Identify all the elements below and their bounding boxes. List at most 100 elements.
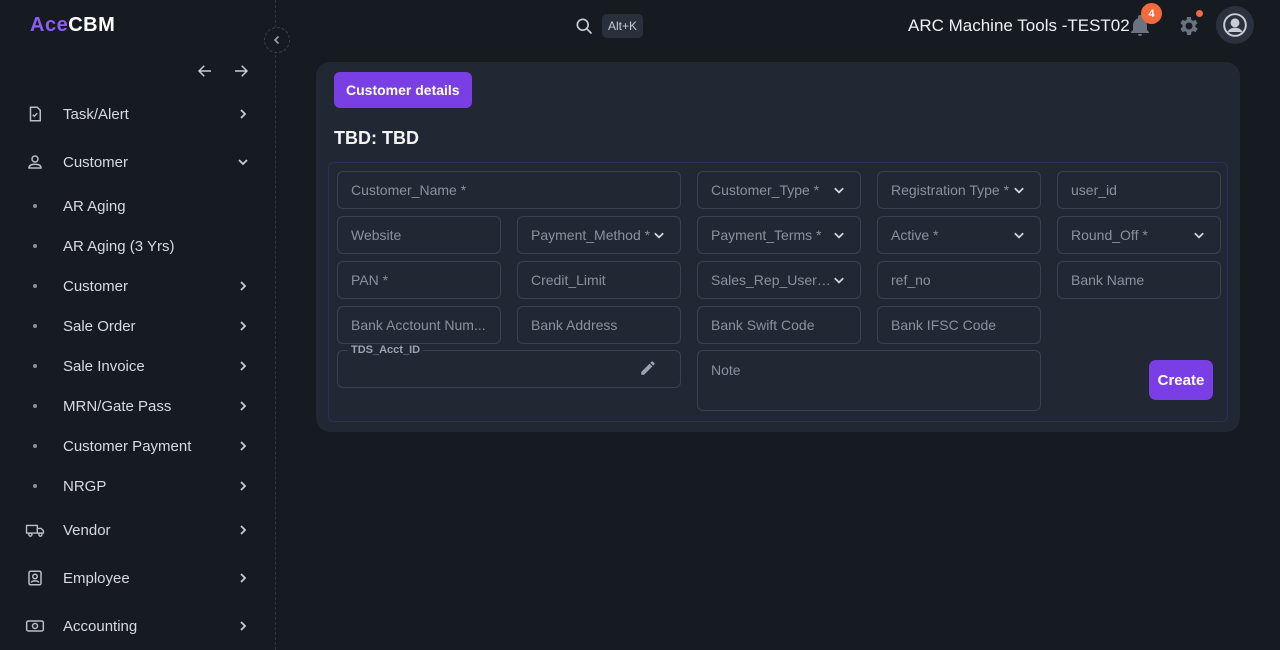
chevron-right-icon (236, 319, 250, 333)
create-button[interactable]: Create (1149, 360, 1213, 400)
notification-count-badge: 4 (1141, 3, 1162, 24)
credit-limit-field[interactable]: Credit_Limit (517, 261, 681, 299)
search-shortcut-hint: Alt+K (602, 14, 644, 38)
bullet-dot (33, 404, 37, 408)
payment-terms-select[interactable]: Payment_Terms * (697, 216, 861, 254)
sidebar-item-label: Customer (63, 277, 129, 295)
back-arrow-icon[interactable] (194, 60, 216, 82)
customer-details-card: Customer details TBD: TBD Customer_Name … (316, 62, 1240, 432)
page-title: TBD: TBD (334, 128, 419, 148)
search-icon[interactable] (574, 16, 594, 36)
money-icon (25, 616, 45, 636)
logo-text-cbm: CBM (68, 14, 116, 36)
sidebar-collapse-button[interactable] (264, 27, 290, 53)
bullet-dot (33, 204, 37, 208)
chevron-down-icon (651, 227, 667, 243)
chevron-right-icon (236, 359, 250, 373)
payment-method-select[interactable]: Payment_Method * (517, 216, 681, 254)
bank-account-number-field[interactable]: Bank Acctount Num... (337, 306, 501, 344)
forward-arrow-icon[interactable] (230, 60, 252, 82)
sidebar-subitem-customer[interactable]: Customer (0, 266, 276, 306)
active-select[interactable]: Active * (877, 216, 1041, 254)
sidebar: AceCBM Task/Alert Customer AR Aging AR A… (0, 0, 276, 650)
sidebar-subitem-nrgp[interactable]: NRGP (0, 466, 276, 506)
sidebar-item-label: MRN/Gate Pass (63, 397, 172, 415)
chevron-right-icon (236, 279, 250, 293)
sidebar-menu: Task/Alert Customer AR Aging AR Aging (3… (0, 90, 276, 650)
bullet-dot (33, 284, 37, 288)
sidebar-item-vendor[interactable]: Vendor (0, 506, 276, 554)
sidebar-item-label: AR Aging (63, 197, 126, 215)
chevron-down-icon (1011, 182, 1027, 198)
user-avatar-icon (1223, 13, 1247, 37)
sidebar-subitem-sale-order[interactable]: Sale Order (0, 306, 276, 346)
sidebar-item-task-alert[interactable]: Task/Alert (0, 90, 276, 138)
tab-customer-details[interactable]: Customer details (334, 72, 472, 108)
field-placeholder: Bank IFSC Code (891, 317, 997, 333)
sidebar-item-employee[interactable]: Employee (0, 554, 276, 602)
app-logo[interactable]: AceCBM (30, 14, 115, 37)
truck-icon (25, 520, 45, 540)
sidebar-subitem-customer-payment[interactable]: Customer Payment (0, 426, 276, 466)
sidebar-item-label: Sale Order (63, 317, 136, 335)
round-off-select[interactable]: Round_Off * (1057, 216, 1221, 254)
chevron-right-icon (236, 439, 250, 453)
chevron-left-icon (273, 35, 280, 45)
bullet-dot (33, 244, 37, 248)
chevron-down-icon (831, 272, 847, 288)
bank-ifsc-code-field[interactable]: Bank IFSC Code (877, 306, 1041, 344)
customer-type-select[interactable]: Customer_Type * (697, 171, 861, 209)
chevron-right-icon (236, 523, 250, 537)
clipboard-check-icon (25, 104, 45, 124)
sidebar-item-label: Vendor (63, 521, 111, 539)
sidebar-item-label: AR Aging (3 Yrs) (63, 237, 175, 255)
field-placeholder: Round_Off * (1071, 227, 1148, 243)
avatar[interactable] (1216, 6, 1254, 44)
website-field[interactable]: Website (337, 216, 501, 254)
sidebar-item-label: NRGP (63, 477, 107, 495)
bullet-dot (33, 364, 37, 368)
bullet-dot (33, 484, 37, 488)
sidebar-item-label: Employee (63, 569, 130, 587)
field-placeholder: Payment_Terms * (711, 227, 822, 243)
chevron-down-icon (1011, 227, 1027, 243)
user-id-field[interactable]: user_id (1057, 171, 1221, 209)
sidebar-item-label: Task/Alert (63, 105, 129, 123)
bank-swift-code-field[interactable]: Bank Swift Code (697, 306, 861, 344)
sidebar-item-customer[interactable]: Customer (0, 138, 276, 186)
chevron-right-icon (236, 399, 250, 413)
field-placeholder: Customer_Name * (351, 182, 467, 198)
sales-rep-select[interactable]: Sales_Rep_User_Grp (697, 261, 861, 299)
logo-text-ace: Ace (30, 14, 69, 36)
ref-no-field[interactable]: ref_no (877, 261, 1041, 299)
pan-field[interactable]: PAN * (337, 261, 501, 299)
pencil-icon[interactable] (639, 359, 659, 379)
field-placeholder: Customer_Type * (711, 182, 820, 198)
customer-form: Customer_Name * Customer_Type * Registra… (328, 162, 1228, 422)
sidebar-subitem-ar-aging[interactable]: AR Aging (0, 186, 276, 226)
chevron-down-icon (831, 227, 847, 243)
gear-icon[interactable] (1176, 14, 1200, 38)
field-placeholder: user_id (1071, 182, 1117, 198)
sidebar-subitem-sale-invoice[interactable]: Sale Invoice (0, 346, 276, 386)
bank-address-field[interactable]: Bank Address (517, 306, 681, 344)
field-placeholder: ref_no (891, 272, 931, 288)
chevron-right-icon (236, 107, 250, 121)
tds-acct-id-label: TDS_Acct_ID (348, 344, 424, 356)
sidebar-item-accounting[interactable]: Accounting (0, 602, 276, 650)
customer-name-field[interactable]: Customer_Name * (337, 171, 681, 209)
bank-name-field[interactable]: Bank Name (1057, 261, 1221, 299)
registration-type-select[interactable]: Registration Type * (877, 171, 1041, 209)
field-placeholder: Website (351, 227, 402, 243)
chevron-right-icon (236, 619, 250, 633)
field-placeholder: Active * (891, 227, 939, 243)
sidebar-subitem-mrn-gate-pass[interactable]: MRN/Gate Pass (0, 386, 276, 426)
sidebar-subitem-ar-aging-3yrs[interactable]: AR Aging (3 Yrs) (0, 226, 276, 266)
field-placeholder: Bank Name (1071, 272, 1145, 288)
field-placeholder: Registration Type * (891, 182, 1010, 198)
sidebar-item-label: Customer (63, 153, 129, 171)
note-textarea[interactable]: Note (697, 350, 1041, 411)
field-placeholder: PAN * (351, 272, 389, 288)
field-placeholder: Bank Address (531, 317, 618, 333)
id-badge-icon (25, 568, 45, 588)
